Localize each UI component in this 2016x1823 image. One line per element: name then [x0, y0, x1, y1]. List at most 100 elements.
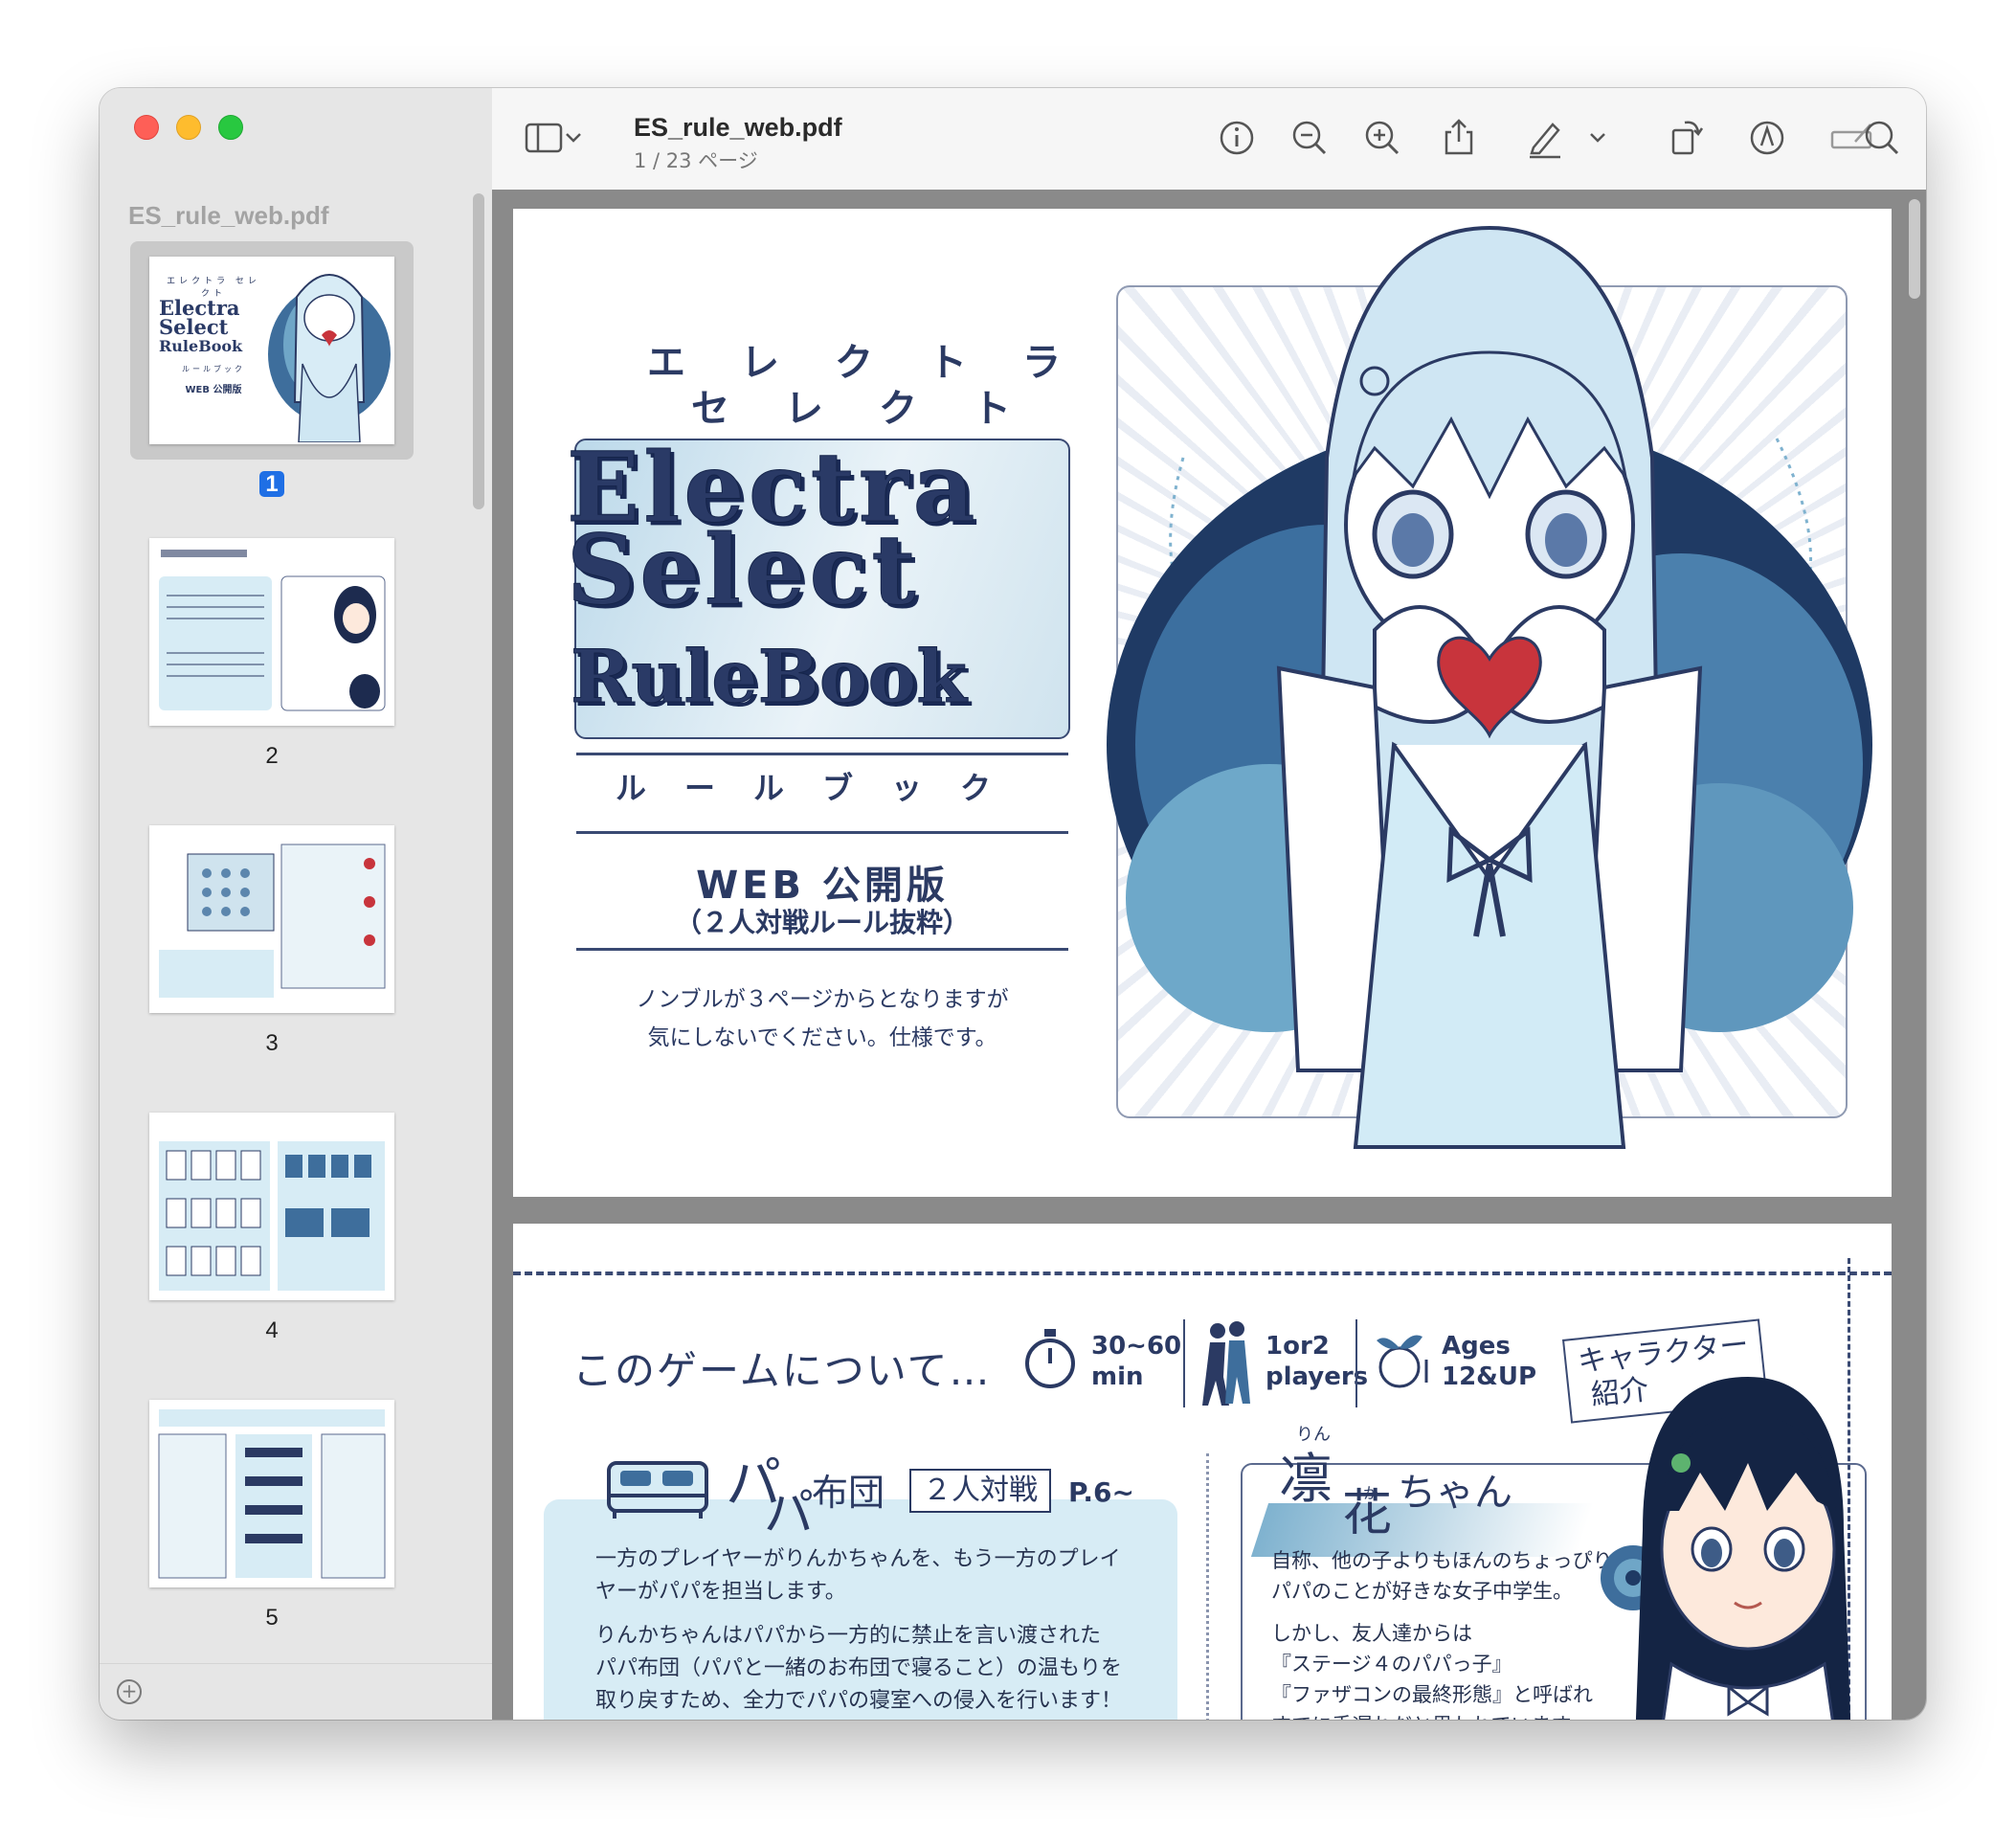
logo-select: Select	[567, 513, 920, 627]
thumb-logo-line: RuleBook	[159, 337, 243, 355]
thumb-illustration	[268, 274, 391, 442]
cover-note-line-1: ノンブルが３ページからとなりますが	[636, 987, 1009, 1012]
stopwatch-icon	[1025, 1329, 1075, 1388]
player-count: 1or2 players	[1266, 1331, 1368, 1392]
mode-page-ref: P.6~	[1068, 1476, 1134, 1508]
minimize-button[interactable]	[176, 115, 201, 140]
thumbnail-sidebar: ES_rule_web.pdf エレクトラ セレクト Electra Selec…	[100, 88, 493, 1720]
share-icon[interactable]	[1434, 113, 1484, 163]
text-line: パパ布団（パパと一緒のお布団で寝ること）の温もりを	[595, 1656, 1123, 1680]
chevron-down-icon[interactable]	[559, 113, 588, 163]
separator	[1183, 1319, 1185, 1407]
document-view[interactable]: エレクトラ セレクト Electra Select RuleBook ルールブッ…	[492, 190, 1926, 1720]
zoom-out-icon[interactable]	[1285, 113, 1334, 163]
character-portrait-illustration	[1601, 1377, 1851, 1720]
divider	[576, 948, 1068, 951]
player-count-unit: players	[1266, 1362, 1369, 1391]
age-rating-value: 12&UP	[1442, 1362, 1537, 1391]
info-icon[interactable]	[1212, 113, 1262, 163]
play-time: 30~60 min	[1091, 1331, 1181, 1392]
character-name-chan: ちゃん	[1398, 1471, 1512, 1515]
mode-title-pa-2: パ	[764, 1485, 815, 1542]
bed-icon	[607, 1461, 708, 1519]
player-count-value: 1or2	[1266, 1332, 1330, 1361]
close-button[interactable]	[134, 115, 159, 140]
thumbnail-image	[149, 538, 394, 726]
thumbnail-label: 2	[265, 743, 279, 769]
thumb-text: WEB 公開版	[185, 385, 242, 395]
text-line: 『ステージ４のパパっ子』	[1271, 1653, 1512, 1676]
text-line: 一方のプレイヤーがりんかちゃんを、もう一方のプレイ	[595, 1547, 1121, 1571]
sidebar-footer: +	[100, 1663, 492, 1720]
highlight-pen-icon[interactable]	[1520, 113, 1570, 163]
thumb-logo-line: Select	[159, 315, 229, 339]
mode-title-futon: 布団	[812, 1472, 885, 1514]
add-page-icon[interactable]: +	[117, 1679, 142, 1704]
age-rating-label: Ages	[1442, 1332, 1511, 1361]
thumbnail-label: 5	[265, 1605, 279, 1631]
cover-edition-sub: （２人対戦ルール抜粋）	[674, 907, 970, 938]
markup-icon[interactable]	[1742, 113, 1792, 163]
pdf-page-1: エレクトラ セレクト Electra Select RuleBook ルールブッ…	[513, 209, 1892, 1197]
divider	[576, 753, 1068, 755]
text-line: しかし、友人達からは	[1271, 1622, 1472, 1645]
text-line: ヤーがパパを担当します。	[595, 1580, 846, 1604]
thumb-page5-preview	[158, 1409, 386, 1579]
mode-badge: ２人対戦	[909, 1469, 1051, 1513]
character-name-rin: 凛	[1279, 1449, 1333, 1511]
text-line: パパのことが好きな女子中学生。	[1271, 1580, 1573, 1603]
thumb-logo: Electra Select RuleBook	[159, 298, 243, 356]
text-line: りんかちゃんはパパから一方的に禁止を言い渡された	[595, 1624, 1102, 1648]
sidebar-scrollbar[interactable]	[473, 193, 484, 509]
cover-note-line-2: 気にしないでください。仕様です。	[647, 1025, 997, 1050]
thumbnail-label: 3	[265, 1030, 279, 1056]
character-description-1: 自称、他の子よりもほんのちょっぴり パパのことが好きな女子中学生。	[1271, 1545, 1613, 1607]
thumb-page4-preview	[159, 1141, 385, 1291]
text-line: すでに手遅れだと思われています…。	[1271, 1710, 1612, 1720]
zoom-button[interactable]	[218, 115, 243, 140]
logo-rulebook: RuleBook	[571, 634, 968, 720]
cover-kana-subtitle: セレクト	[691, 387, 1066, 431]
mode-description-2: りんかちゃんはパパから一方的に禁止を言い渡された パパ布団（パパと一緒のお布団で…	[595, 1620, 1122, 1718]
text-line: 自称、他の子よりもほんのちょっぴり	[1271, 1549, 1613, 1572]
play-time-range: 30~60	[1091, 1332, 1182, 1361]
column-divider	[1206, 1453, 1209, 1720]
page-border-top	[513, 1272, 1892, 1275]
page-indicator: 1 / 23 ページ	[634, 149, 758, 172]
text-line: 取り戻すため、全力でパパの寝室への侵入を行います！	[595, 1689, 1123, 1713]
document-scrollbar[interactable]	[1909, 199, 1920, 299]
character-name-ka: 花	[1342, 1485, 1393, 1542]
separator	[1355, 1319, 1357, 1407]
sidebar-title: ES_rule_web.pdf	[128, 201, 329, 230]
character-description-2: しかし、友人達からは 『ステージ４のパパっ子』 『ファザコンの最終形態』と呼ばれ…	[1271, 1618, 1612, 1720]
cover-kana-rulebook: ルールブック	[615, 770, 1029, 806]
age-sprout-icon	[1377, 1335, 1428, 1388]
mode-description-1: 一方のプレイヤーがりんかちゃんを、もう一方のプレイ ヤーがパパを担当します。	[595, 1543, 1121, 1609]
document-title: ES_rule_web.pdf	[634, 113, 842, 142]
zoom-in-icon[interactable]	[1357, 113, 1407, 163]
thumbnail-image	[149, 1400, 394, 1587]
search-icon[interactable]	[1857, 113, 1907, 163]
page-number-badge: 1	[259, 471, 284, 497]
play-time-unit: min	[1091, 1362, 1144, 1391]
thumbnail-image	[149, 1113, 394, 1300]
window-controls	[134, 115, 243, 140]
age-rating: Ages 12&UP	[1442, 1331, 1536, 1392]
text-line: 『ファザコンの最終形態』と呼ばれ	[1271, 1683, 1593, 1706]
thumb-page3-preview	[159, 844, 386, 998]
pdf-page-2: このゲームについて… 30~60 min 1or2 players Ages 1…	[513, 1224, 1892, 1720]
rotate-icon[interactable]	[1662, 113, 1712, 163]
thumb-text: ルールブック	[182, 365, 245, 373]
thumbnail-image: エレクトラ セレクト Electra Select RuleBook ルールブッ…	[149, 257, 394, 444]
thumb-page2-preview	[159, 550, 386, 711]
toolbar: ES_rule_web.pdf 1 / 23 ページ	[492, 88, 1926, 191]
thumbnail-label: 1	[130, 471, 414, 498]
chevron-down-icon[interactable]	[1583, 113, 1612, 163]
section-heading: このゲームについて…	[572, 1347, 992, 1394]
cover-character-illustration	[1107, 225, 1872, 1149]
thumbnail-label: 4	[265, 1317, 279, 1343]
players-icon	[1202, 1321, 1250, 1406]
divider	[576, 831, 1068, 834]
thumbnail-image	[149, 825, 394, 1013]
preview-window: ES_rule_web.pdf エレクトラ セレクト Electra Selec…	[100, 88, 1926, 1720]
